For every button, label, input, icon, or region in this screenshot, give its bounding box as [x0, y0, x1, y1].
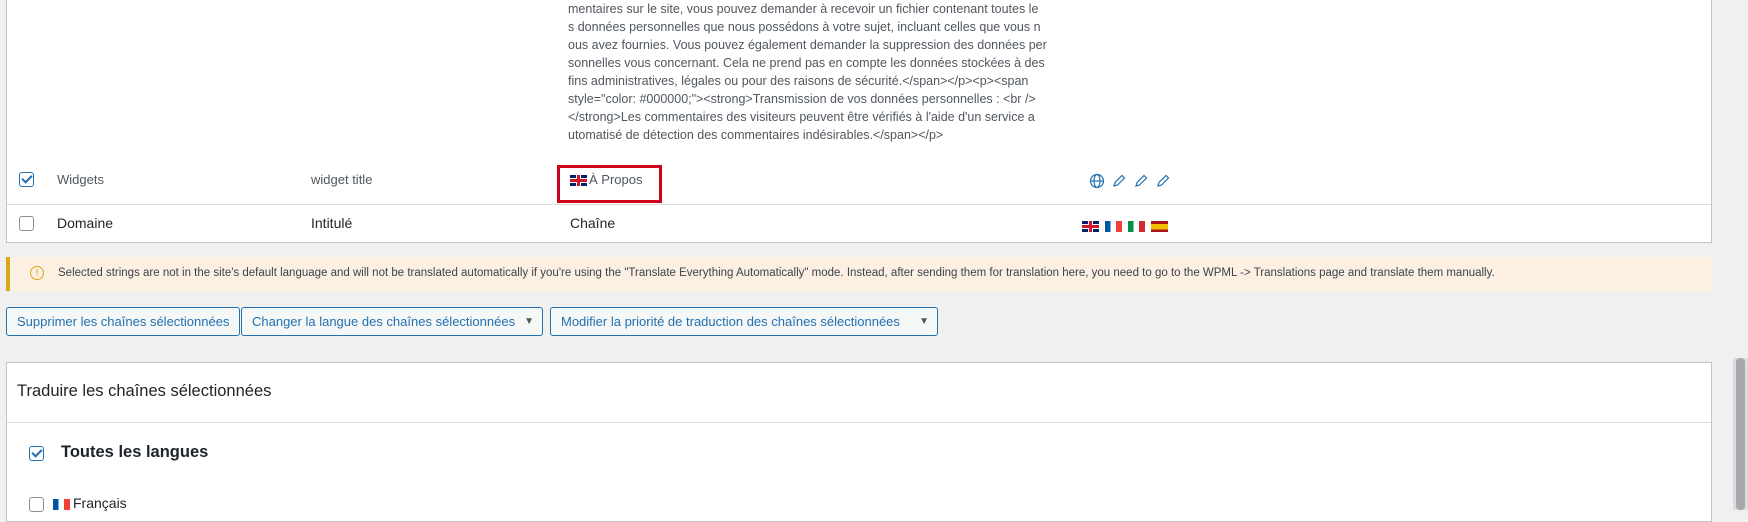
change-language-label: Changer la langue des chaînes sélectionn… — [252, 314, 516, 329]
panel-title: Traduire les chaînes sélectionnées — [17, 382, 272, 400]
uk-flag-icon — [1082, 220, 1099, 232]
column-domain[interactable]: Domaine — [57, 215, 113, 231]
name-cell: widget title — [311, 172, 373, 187]
globe-icon[interactable] — [1089, 173, 1105, 189]
warning-icon: ! — [30, 266, 44, 280]
text-line: mentaires sur le site, vous pouvez deman… — [568, 2, 1039, 16]
fr-flag-icon — [1104, 220, 1122, 232]
fr-flag-icon — [53, 499, 70, 510]
language-flags — [1082, 217, 1170, 233]
delete-selected-label: Supprimer les chaînes sélectionnées — [17, 314, 230, 329]
change-language-dropdown[interactable]: Changer la langue des chaînes sélectionn… — [241, 307, 543, 336]
all-languages-checkbox[interactable] — [29, 446, 44, 461]
text-line: fins administratives, légales ou pour de… — [568, 74, 1029, 88]
change-priority-dropdown[interactable]: Modifier la priorité de traduction des c… — [550, 307, 938, 336]
table-header-row: Domaine Intitulé Chaîne — [7, 204, 1711, 243]
delete-selected-button[interactable]: Supprimer les chaînes sélectionnées — [6, 307, 241, 336]
chevron-down-icon: ▼ — [524, 316, 534, 327]
notice-text: Selected strings are not in the site's d… — [58, 267, 1495, 279]
scrollbar[interactable] — [1733, 358, 1748, 510]
column-string[interactable]: Chaîne — [570, 215, 615, 231]
change-priority-label: Modifier la priorité de traduction des c… — [561, 314, 900, 329]
column-name[interactable]: Intitulé — [311, 215, 352, 231]
es-flag-icon — [1150, 220, 1168, 232]
chevron-down-icon: ▼ — [919, 316, 929, 327]
pencil-icon[interactable] — [1111, 173, 1127, 189]
pencil-icon[interactable] — [1133, 173, 1149, 189]
it-flag-icon — [1127, 220, 1145, 232]
all-languages-label: Toutes les langues — [61, 443, 209, 461]
text-line: s données personnelles que nous possédon… — [568, 20, 1041, 34]
row-checkbox[interactable] — [19, 172, 34, 187]
pencil-icon[interactable] — [1155, 173, 1171, 189]
text-line: utomatisé de détection des commentaires … — [568, 128, 944, 142]
language-notice: ! Selected strings are not in the site's… — [6, 257, 1712, 291]
row-actions — [1089, 173, 1171, 189]
francais-label: Français — [73, 495, 127, 511]
translation-text-cell: mentaires sur le site, vous pouvez deman… — [568, 0, 1068, 144]
text-line: style="color: #000000;"><strong>Transmis… — [568, 92, 1036, 106]
text-line: </strong>Les commentaires des visiteurs … — [568, 110, 1035, 124]
highlight-box — [557, 165, 662, 203]
table-row-widgets: Widgets widget title À Propos — [7, 162, 1711, 200]
select-all-checkbox[interactable] — [19, 216, 34, 231]
strings-table: mentaires sur le site, vous pouvez deman… — [6, 0, 1712, 243]
text-line: sonnelles vous concernant. Cela ne prend… — [568, 56, 1045, 70]
panel-divider — [7, 422, 1711, 423]
text-line: ous avez fournies. Vous pouvez également… — [568, 38, 1047, 52]
domain-cell: Widgets — [57, 172, 104, 187]
translate-selected-panel: Traduire les chaînes sélectionnées Toute… — [6, 362, 1712, 522]
scrollbar-thumb[interactable] — [1736, 358, 1745, 510]
